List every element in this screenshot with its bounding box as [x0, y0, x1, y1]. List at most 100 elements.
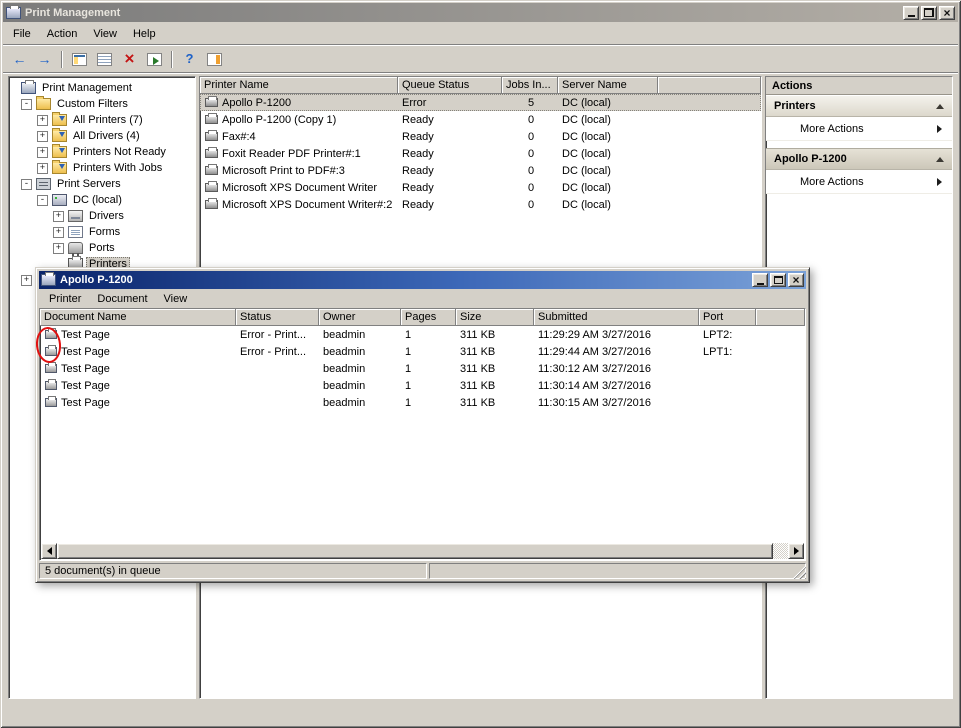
printer-name: Microsoft XPS Document Writer#:2: [222, 198, 393, 211]
tree-expander-icon[interactable]: +: [53, 242, 64, 254]
queue-document-list[interactable]: Document Name Status Owner Pages Size Submitt…: [34, 308, 806, 561]
export-toolbar-button[interactable]: [143, 48, 166, 70]
main-menu-view[interactable]: View: [85, 25, 125, 43]
tree-item[interactable]: - Custom Filters: [11, 96, 195, 112]
main-menu-action[interactable]: Action: [39, 25, 86, 43]
column-header-pages[interactable]: Pages: [401, 309, 456, 326]
submitted-cell: 11:29:29 AM 3/27/2016: [538, 328, 651, 341]
tree-item[interactable]: - Print Servers: [11, 176, 195, 192]
help-toolbar-button[interactable]: [178, 48, 201, 70]
tree-expander-icon[interactable]: -: [21, 178, 32, 190]
back-toolbar-button[interactable]: [8, 48, 31, 70]
queue-title-bar[interactable]: Apollo P-1200 ×: [39, 271, 806, 289]
tree-expander-icon[interactable]: +: [37, 114, 48, 126]
submitted-cell: 11:30:14 AM 3/27/2016: [538, 379, 651, 392]
export-icon: [147, 52, 162, 66]
tree-item[interactable]: + Printers With Jobs: [11, 160, 195, 176]
title-bar[interactable]: Print Management ×: [3, 3, 958, 22]
more-actions-item[interactable]: More Actions: [766, 170, 952, 194]
printer-name: Apollo P-1200: [222, 96, 292, 109]
tree-item[interactable]: Print Management: [11, 80, 195, 96]
document-row[interactable]: Test Page beadmin 1 311 KB 11:30:15 AM 3/27/…: [40, 394, 805, 411]
tree-item[interactable]: + All Drivers (4): [11, 128, 195, 144]
delete-toolbar-button[interactable]: [118, 48, 141, 70]
queue-menu-document[interactable]: Document: [89, 290, 155, 308]
close-button[interactable]: ×: [939, 5, 955, 20]
tree-item[interactable]: + Forms: [11, 224, 195, 240]
tree-expander-icon[interactable]: +: [21, 274, 32, 286]
tree-expander-icon[interactable]: +: [37, 162, 48, 174]
forward-toolbar-button[interactable]: [33, 48, 56, 70]
tree-item[interactable]: - DC (local): [11, 192, 195, 208]
submenu-arrow-icon: [937, 177, 942, 186]
close-button[interactable]: ×: [788, 273, 804, 287]
filter-icon: [52, 144, 67, 158]
scroll-thumb[interactable]: [57, 543, 773, 559]
column-header-status[interactable]: Status: [236, 309, 319, 326]
queue-menu-printer[interactable]: Printer: [41, 290, 89, 308]
printer-row[interactable]: Fax#:4 Ready 0 DC (local): [200, 128, 761, 145]
owner-cell: beadmin: [323, 328, 366, 341]
action-pane-toolbar-button[interactable]: [203, 48, 226, 70]
column-header-port[interactable]: Port: [699, 309, 756, 326]
maximize-button[interactable]: [770, 273, 786, 287]
document-row[interactable]: Test Page beadmin 1 311 KB 11:30:14 AM 3/27/…: [40, 377, 805, 394]
tree-expander-icon[interactable]: +: [53, 210, 64, 222]
server-name-cell: DC (local): [562, 130, 611, 143]
column-header-owner[interactable]: Owner: [319, 309, 401, 326]
printer-row[interactable]: Microsoft XPS Document Writer Ready 0 DC (l…: [200, 179, 761, 196]
scroll-left-icon: [46, 547, 52, 555]
tree-expander-icon[interactable]: +: [37, 130, 48, 142]
queue-menu-view[interactable]: View: [156, 290, 196, 308]
printer-row[interactable]: Apollo P-1200 (Copy 1) Ready 0 DC (local): [200, 111, 761, 128]
tree-expander-icon[interactable]: -: [21, 98, 32, 110]
printer-row[interactable]: Foxit Reader PDF Printer#:1 Ready 0 DC (loc…: [200, 145, 761, 162]
tree-item[interactable]: + All Printers (7): [11, 112, 195, 128]
restore-button[interactable]: [921, 5, 937, 20]
document-name-cell: Test Page: [40, 394, 236, 411]
collapse-chevron-icon[interactable]: [936, 156, 944, 162]
actions-section-header[interactable]: Printers: [766, 95, 952, 117]
minimize-button[interactable]: [903, 5, 919, 20]
minimize-button[interactable]: [752, 273, 768, 287]
column-header-server-name[interactable]: Server Name: [558, 77, 658, 94]
actions-section-header[interactable]: Apollo P-1200: [766, 148, 952, 170]
document-row[interactable]: Test Page beadmin 1 311 KB 11:30:12 AM 3/27/…: [40, 360, 805, 377]
tree-label: Print Management: [42, 82, 132, 94]
printer-row[interactable]: Apollo P-1200 Error 5 DC (local): [200, 94, 761, 111]
scroll-left-button[interactable]: [41, 543, 57, 559]
queue-status-text: 5 document(s) in queue: [39, 563, 427, 579]
collapse-chevron-icon[interactable]: [936, 103, 944, 109]
tree-label: All Printers (7): [73, 114, 143, 126]
scroll-right-button[interactable]: [788, 543, 804, 559]
jobs-cell: 0: [528, 147, 535, 160]
document-row[interactable]: Test Page Error - Print... beadmin 1 311 KB 1…: [40, 343, 805, 360]
printer-row[interactable]: Microsoft XPS Document Writer#:2 Ready 0 DC…: [200, 196, 761, 213]
column-header-printer-name[interactable]: Printer Name: [200, 77, 398, 94]
queue-status-cell: Ready: [402, 130, 434, 143]
tree-expander-icon[interactable]: +: [53, 226, 64, 238]
list-view-toolbar-button[interactable]: [93, 48, 116, 70]
printer-row[interactable]: Microsoft Print to PDF#:3 Ready 0 DC (local…: [200, 162, 761, 179]
column-header-submitted[interactable]: Submitted: [534, 309, 699, 326]
console-tree-toolbar-button[interactable]: [68, 48, 91, 70]
port-cell: LPT1:: [703, 345, 733, 358]
tree-item[interactable]: + Drivers: [11, 208, 195, 224]
column-header-document-name[interactable]: Document Name: [40, 309, 236, 326]
submitted-cell: 11:30:12 AM 3/27/2016: [538, 362, 651, 375]
print-queue-window[interactable]: Apollo P-1200 × Printer Document View Docu…: [34, 267, 810, 583]
column-header-jobs-in-[interactable]: Jobs In...: [502, 77, 558, 94]
tree-expander-icon[interactable]: -: [37, 194, 48, 206]
main-menu-file[interactable]: File: [5, 25, 39, 43]
column-header-size[interactable]: Size: [456, 309, 534, 326]
main-menu-help[interactable]: Help: [125, 25, 164, 43]
tree-item[interactable]: + Printers Not Ready: [11, 144, 195, 160]
more-actions-item[interactable]: More Actions: [766, 117, 952, 141]
tree-expander-icon[interactable]: +: [37, 146, 48, 158]
queue-hscrollbar[interactable]: [41, 543, 804, 559]
tree-item[interactable]: + Ports: [11, 240, 195, 256]
document-row[interactable]: Test Page Error - Print... beadmin 1 311 KB 1…: [40, 326, 805, 343]
column-header-queue-status[interactable]: Queue Status: [398, 77, 502, 94]
